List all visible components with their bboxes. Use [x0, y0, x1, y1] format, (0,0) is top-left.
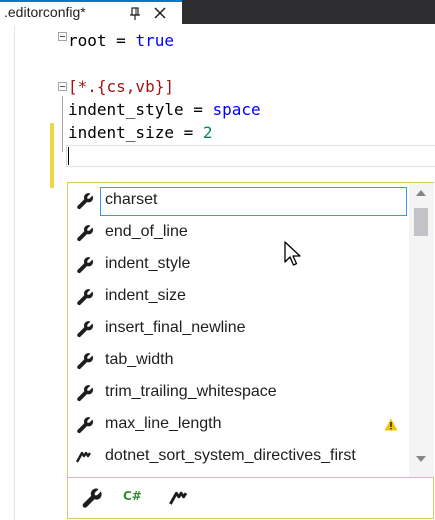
mouse-pointer-icon [284, 241, 301, 266]
completion-item-label: indent_style [105, 255, 191, 272]
vertical-scrollbar[interactable] [409, 183, 434, 477]
document-tab[interactable]: .editorconfig* [0, 0, 182, 24]
wrench-icon[interactable] [80, 486, 104, 510]
wrench-icon [77, 321, 93, 338]
property-value: 2 [202, 123, 213, 142]
current-line-highlight [66, 145, 435, 167]
document-tab-strip: .editorconfig* [0, 0, 435, 24]
dotnet-icon [75, 451, 91, 463]
wrench-icon [77, 353, 93, 370]
completion-item-label: end_of_line [105, 223, 188, 240]
code-line[interactable]: indent_style = space [68, 99, 261, 121]
wrench-icon [77, 257, 93, 274]
completion-item[interactable]: trim_trailing_whitespace [68, 377, 409, 409]
completion-filter-bar: C# [68, 477, 433, 518]
outline-guide [62, 96, 63, 152]
operator: = [173, 123, 203, 142]
completion-list[interactable]: charset end_of_line indent_style indent_siz… [68, 183, 409, 477]
collapse-toggle[interactable] [58, 82, 67, 91]
completion-item[interactable]: insert_final_newline [68, 313, 409, 345]
gutter-separator [14, 26, 15, 520]
property-key: indent_size [68, 123, 174, 142]
completion-item-label: max_line_length [105, 415, 222, 432]
close-icon[interactable] [151, 4, 169, 22]
operator: = [183, 100, 213, 119]
completion-item-label: trim_trailing_whitespace [105, 383, 277, 400]
unsaved-change-marker [50, 123, 54, 188]
code-line-section[interactable]: [*.{cs,vb}] [68, 76, 174, 98]
csharp-filter-button[interactable]: C# [123, 489, 142, 503]
scroll-down-arrow[interactable] [416, 456, 426, 462]
scroll-thumb[interactable] [414, 208, 428, 236]
scroll-up-arrow[interactable] [416, 190, 426, 196]
completion-item[interactable]: indent_style [68, 249, 409, 281]
warning-icon [384, 418, 398, 431]
wrench-icon [77, 225, 93, 242]
pin-icon[interactable] [126, 4, 144, 22]
property-key: indent_style [68, 100, 184, 119]
completion-item-label: insert_final_newline [105, 319, 246, 336]
property-key: root [68, 31, 107, 50]
completion-item-label: charset [105, 191, 158, 208]
property-value: space [212, 100, 261, 119]
wrench-icon [77, 193, 93, 210]
completion-item-label: indent_size [105, 287, 186, 304]
code-line[interactable]: indent_size = 2 [68, 122, 213, 144]
completion-item[interactable]: charset [68, 185, 409, 217]
completion-item-label: tab_width [105, 351, 174, 368]
completion-item[interactable]: dotnet_sort_system_directives_first [68, 441, 409, 473]
tab-title: .editorconfig* [4, 4, 86, 20]
completion-item[interactable]: end_of_line [68, 217, 409, 249]
completion-item[interactable]: max_line_length [68, 409, 409, 441]
completion-popup: charset end_of_line indent_style indent_siz… [67, 182, 434, 519]
wrench-icon [77, 385, 93, 402]
code-line[interactable]: root = true [68, 30, 174, 52]
operator: = [106, 31, 136, 50]
text-caret [68, 147, 69, 165]
collapse-toggle[interactable] [58, 32, 67, 41]
wrench-icon [77, 289, 93, 306]
completion-item[interactable]: tab_width [68, 345, 409, 377]
completion-item[interactable]: indent_size [68, 281, 409, 313]
wrench-icon [77, 417, 93, 434]
dotnet-icon[interactable] [168, 486, 192, 510]
property-value: true [135, 31, 174, 50]
completion-item-label: dotnet_sort_system_directives_first [105, 447, 356, 464]
